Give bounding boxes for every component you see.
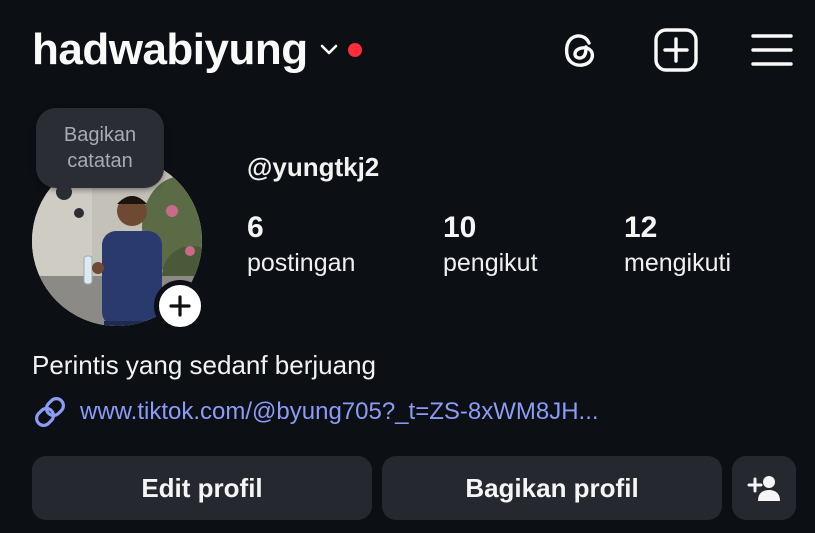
share-profile-button[interactable]: Bagikan profil xyxy=(382,456,722,520)
account-switcher[interactable]: hadwabiyung xyxy=(32,22,362,78)
discover-people-button[interactable] xyxy=(732,456,796,520)
link-icon xyxy=(35,397,65,427)
threads-icon xyxy=(564,34,595,67)
plus-icon xyxy=(169,295,191,317)
stat-followers[interactable]: 10 pengikut xyxy=(443,210,538,280)
menu-icon xyxy=(751,34,793,66)
username-title: hadwabiyung xyxy=(32,25,308,74)
threads-button[interactable] xyxy=(556,26,604,74)
posts-label: postingan xyxy=(247,249,356,277)
top-bar: hadwabiyung xyxy=(0,0,815,100)
create-post-button[interactable] xyxy=(652,26,700,74)
stat-following[interactable]: 12 mengikuti xyxy=(624,210,731,280)
menu-button[interactable] xyxy=(748,26,796,74)
stat-posts[interactable]: 6 postingan xyxy=(247,210,355,280)
note-tail-dot-small xyxy=(74,208,84,218)
posts-count: 6 xyxy=(247,211,264,244)
note-line-2: catatan xyxy=(67,150,133,172)
profile-link[interactable]: www.tiktok.com/@byung705?_t=ZS-8xWM8JH..… xyxy=(32,394,599,430)
create-post-icon xyxy=(654,28,698,72)
followers-label: pengikut xyxy=(443,249,538,277)
note-line-1: Bagikan xyxy=(63,124,137,146)
add-person-icon xyxy=(747,476,780,501)
following-count: 12 xyxy=(624,211,658,244)
edit-profile-button[interactable]: Edit profil xyxy=(32,456,372,520)
followers-count: 10 xyxy=(443,211,477,244)
notification-dot xyxy=(347,43,362,57)
chevron-down-icon xyxy=(320,44,337,55)
following-label: mengikuti xyxy=(624,249,731,277)
note-tail-dot xyxy=(56,184,72,200)
share-note-bubble[interactable]: Bagikan catatan xyxy=(36,108,164,188)
profile-handle: @yungtkj2 xyxy=(247,152,380,182)
link-url: www.tiktok.com/@byung705?_t=ZS-8xWM8JH..… xyxy=(80,398,599,425)
add-story-button[interactable] xyxy=(154,280,206,332)
profile-bio: Perintis yang sedanf berjuang xyxy=(32,350,377,380)
